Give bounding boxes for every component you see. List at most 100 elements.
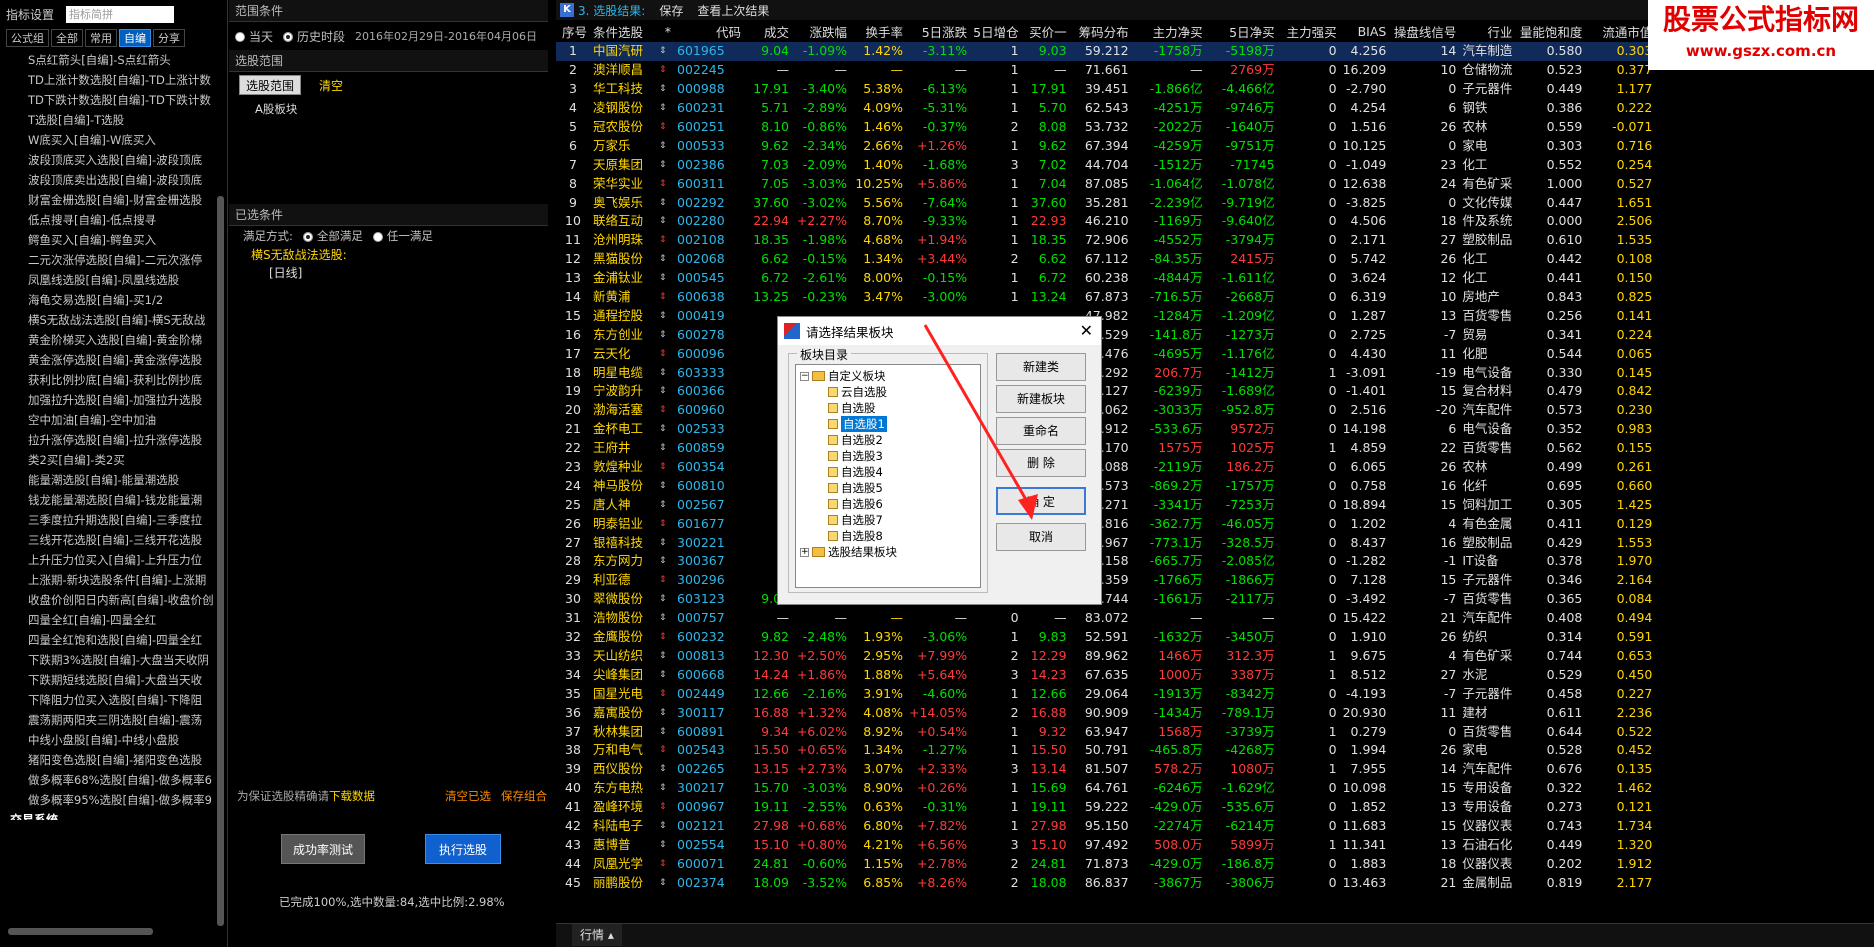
indicator-item[interactable]: 震荡期两阳夹三阴选股[自编]-震荡 — [0, 710, 216, 730]
column-header[interactable]: 换手率 — [850, 20, 906, 42]
indicator-item[interactable]: 做多概率95%选股[自编]-做多概率9 — [0, 790, 216, 810]
column-header[interactable]: 5日涨跌 — [906, 20, 970, 42]
table-row[interactable]: 12 黑猫股份 ⇕ 002068 6.62 -0.15% 1.34% +3.44% 2 6.62 6… — [556, 250, 1655, 269]
indicator-item[interactable]: 鳄鱼买入[自编]-鳄鱼买入 — [0, 230, 216, 250]
indicator-item[interactable]: TD下跌计数选股[自编]-TD下跌计数 — [0, 90, 216, 110]
indicator-item[interactable]: 加强拉升选股[自编]-加强拉升选股 — [0, 390, 216, 410]
column-header[interactable]: 买价一 — [1022, 20, 1070, 42]
success-test-button[interactable]: 成功率测试 — [281, 834, 365, 864]
indicator-item[interactable]: 黄金阶梯买入选股[自编]-黄金阶梯 — [0, 330, 216, 350]
tree-item[interactable]: 自选股8 — [796, 528, 980, 544]
indicator-item[interactable]: 三季度拉升期选股[自编]-三季度拉 — [0, 510, 216, 530]
table-row[interactable]: 38 万和电气 ⇕ 002543 15.50 +0.65% 1.34% -1.27% 1 15.5… — [556, 741, 1655, 760]
table-row[interactable]: 16 东方创业 ⇕ 600278 45.529 -141.8万 -1273万 0 2.725 -7… — [556, 325, 1655, 344]
indicator-item[interactable]: 凤凰线选股[自编]-凤凰线选股 — [0, 270, 216, 290]
table-row[interactable]: 34 尖峰集团 ⇕ 600668 14.24 +1.86% 1.88% +5.64% 3 14.2… — [556, 665, 1655, 684]
table-row[interactable]: 1 中国汽研 ⇕ 601965 9.04 -1.09% 1.42% -3.11% 1 9.03 59… — [556, 42, 1656, 61]
tab-3[interactable]: 自编 — [119, 29, 151, 47]
indicator-item[interactable]: 拉升涨停选股[自编]-拉升涨停选股 — [0, 430, 216, 450]
indicator-item[interactable]: 上升压力位买入[自编]-上升压力位 — [0, 550, 216, 570]
tab-quotes[interactable]: 行情 ▴ — [572, 924, 622, 946]
clear-selected-link[interactable]: 清空已选 — [445, 788, 491, 804]
column-header[interactable]: 条件选股 — [590, 20, 656, 42]
column-header[interactable]: 量能饱和度 — [1515, 20, 1585, 42]
tree-item[interactable]: 自选股 — [796, 400, 980, 416]
indicator-scrollbar[interactable] — [217, 196, 224, 926]
tree-item[interactable]: 自选股2 — [796, 432, 980, 448]
tab-0[interactable]: 公式组 — [6, 29, 49, 47]
indicator-item[interactable]: TD上涨计数选股[自编]-TD上涨计数 — [0, 70, 216, 90]
indicator-item[interactable]: 黄金涨停选股[自编]-黄金涨停选股 — [0, 350, 216, 370]
option-history[interactable]: 历史时段 — [283, 28, 345, 45]
column-header[interactable]: 操盘线信号 — [1389, 20, 1459, 42]
table-row[interactable]: 20 渤海活塞 ⇕ 600960 71.062 -3033万 -952.8万 0 2.516 -2… — [556, 401, 1655, 420]
tree-item[interactable]: 自选股7 — [796, 512, 980, 528]
close-icon[interactable]: ✕ — [1080, 321, 1093, 340]
pool-button[interactable]: 选股范围 — [239, 75, 302, 95]
column-header[interactable]: 成交 — [744, 20, 792, 42]
download-link[interactable]: 下载数据 — [329, 788, 375, 804]
tree-item[interactable]: 自选股5 — [796, 480, 980, 496]
table-row[interactable]: 18 明星电缆 ⇕ 603333 29.292 206.7万 -1412万 1 -3.091 -1… — [556, 363, 1655, 382]
dialog-button-4[interactable]: 确 定 — [996, 487, 1086, 515]
table-row[interactable]: 27 银禧科技 ⇕ 300221 80.967 -773.1万 -328.5万 0 8.437 1… — [556, 533, 1655, 552]
column-header[interactable]: 序号 — [556, 20, 590, 42]
option-any[interactable]: 任一满足 — [372, 228, 433, 244]
indicator-item[interactable]: 财富金栅选股[自编]-财富金栅选股 — [0, 190, 216, 210]
indicator-item[interactable]: T选股[自编]-T选股 — [0, 110, 216, 130]
tree-root-results[interactable]: + 选股结果板块 — [796, 544, 980, 560]
table-row[interactable]: 35 国星光电 ⇕ 002449 12.66 -2.16% 3.91% -4.60% 1 12.6… — [556, 684, 1655, 703]
table-row[interactable]: 29 利亚德 ⇕ 300296 78.359 -1766万 -1866万 0 7.128 15 子元… — [556, 571, 1655, 590]
table-row[interactable]: 32 金鹰股份 ⇕ 600232 9.82 -2.48% 1.93% -3.06% 1 9.83 5… — [556, 628, 1655, 647]
option-today[interactable]: 当天 — [235, 28, 273, 45]
table-row[interactable]: 21 金杯电工 ⇕ 002533 86.912 -533.6万 9572万 0 14.198 6 电… — [556, 420, 1655, 439]
table-row[interactable]: 11 沧州明珠 ⇕ 002108 18.35 -1.98% 4.68% +1.94% 1 18.3… — [556, 231, 1655, 250]
table-row[interactable]: 14 新黄浦 ⇕ 600638 13.25 -0.23% 3.47% -3.00% 1 13.24… — [556, 288, 1655, 307]
run-select-button[interactable]: 执行选股 — [425, 834, 501, 864]
tab-2[interactable]: 常用 — [85, 29, 117, 47]
column-header[interactable]: 5日增仓 — [970, 20, 1021, 42]
table-row[interactable]: 33 天山纺织 ⇕ 000813 12.30 +2.50% 2.95% +7.99% 2 12.2… — [556, 647, 1655, 666]
column-header[interactable]: 行业 — [1459, 20, 1515, 42]
column-header[interactable]: 筹码分布 — [1070, 20, 1132, 42]
tree-item[interactable]: 自选股4 — [796, 464, 980, 480]
indicator-item[interactable]: 类2买[自编]-类2买 — [0, 450, 216, 470]
indicator-item[interactable]: 猪阳变色选股[自编]-猪阳变色选股 — [0, 750, 216, 770]
table-row[interactable]: 6 万家乐 ⇕ 000533 9.62 -2.34% 2.66% +1.26% 1 9.62 67.… — [556, 136, 1655, 155]
column-header[interactable]: 涨跌幅 — [792, 20, 850, 42]
indicator-item[interactable]: 四量全红饱和选股[自编]-四量全红 — [0, 630, 216, 650]
indicator-item[interactable]: 波段顶底买入选股[自编]-波段顶底 — [0, 150, 216, 170]
dialog-button-3[interactable]: 删 除 — [996, 449, 1086, 477]
indicator-item[interactable]: 做多概率68%选股[自编]-做多概率6 — [0, 770, 216, 790]
table-row[interactable]: 4 凌钢股份 ⇕ 600231 5.71 -2.89% 4.09% -5.31% 1 5.70 62… — [556, 99, 1655, 118]
dialog-button-0[interactable]: 新建类 — [996, 353, 1086, 381]
table-row[interactable]: 40 东方电热 ⇕ 300217 15.70 -3.03% 8.90% +0.26% 1 15.6… — [556, 779, 1655, 798]
dialog-button-2[interactable]: 重命名 — [996, 417, 1086, 445]
table-row[interactable]: 44 凤凰光学 ⇕ 600071 24.81 -0.60% 1.15% +2.78% 2 24.8… — [556, 854, 1655, 873]
indicator-item[interactable]: 收盘价创阳日内新高[自编]-收盘价创 — [0, 590, 216, 610]
save-combo-link[interactable]: 保存组合 — [501, 788, 547, 804]
table-row[interactable]: 25 唐人神 ⇕ 002567 95.271 -3341万 -7253万 0 18.894 15 饲… — [556, 495, 1655, 514]
table-row[interactable]: 7 天原集团 ⇕ 002386 7.03 -2.09% 1.40% -1.68% 3 7.02 44… — [556, 155, 1655, 174]
indicator-item[interactable]: 能量潮选股[自编]-能量潮选股 — [0, 470, 216, 490]
column-header[interactable]: * — [656, 20, 674, 42]
tree-root-custom[interactable]: − 自定义板块 — [796, 368, 980, 384]
tree-item[interactable]: 自选股6 — [796, 496, 980, 512]
indicator-item[interactable]: 下跌期3%选股[自编]-大盘当天收阴 — [0, 650, 216, 670]
table-row[interactable]: 37 秋林集团 ⇕ 600891 9.34 +6.02% 8.92% +0.54% 1 9.32 6… — [556, 722, 1655, 741]
column-header[interactable]: 主力净买 — [1132, 20, 1206, 42]
view-last-link[interactable]: 查看上次结果 — [697, 2, 769, 19]
indicator-section[interactable]: 交易系统 — [0, 810, 216, 820]
table-row[interactable]: 39 西仪股份 ⇕ 002265 13.15 +2.73% 3.07% +2.33% 3 13.1… — [556, 760, 1655, 779]
indicator-item[interactable]: 空中加油[自编]-空中加油 — [0, 410, 216, 430]
table-row[interactable]: 22 王府井 ⇕ 600859 65.170 1575万 1025万 1 4.859 22 百货零售… — [556, 439, 1655, 458]
column-header[interactable]: 5日净买 — [1206, 20, 1278, 42]
column-header[interactable]: 代码 — [674, 20, 744, 42]
indicator-item[interactable]: W底买入[自编]-W底买入 — [0, 130, 216, 150]
table-row[interactable]: 10 联络互动 ⇕ 002280 22.94 +2.27% 8.70% -9.33% 1 22.9… — [556, 212, 1655, 231]
indicator-item[interactable]: 四量全红[自编]-四量全红 — [0, 610, 216, 630]
dialog-button-5[interactable]: 取消 — [996, 523, 1086, 551]
tree-item[interactable]: 云自选股 — [796, 384, 980, 400]
indicator-item[interactable]: 海龟交易选股[自编]-买1/2 — [0, 290, 216, 310]
table-row[interactable]: 28 东方网力 ⇕ 300367 47.158 -665.7万 -2.085亿 0 -1.282… — [556, 552, 1655, 571]
